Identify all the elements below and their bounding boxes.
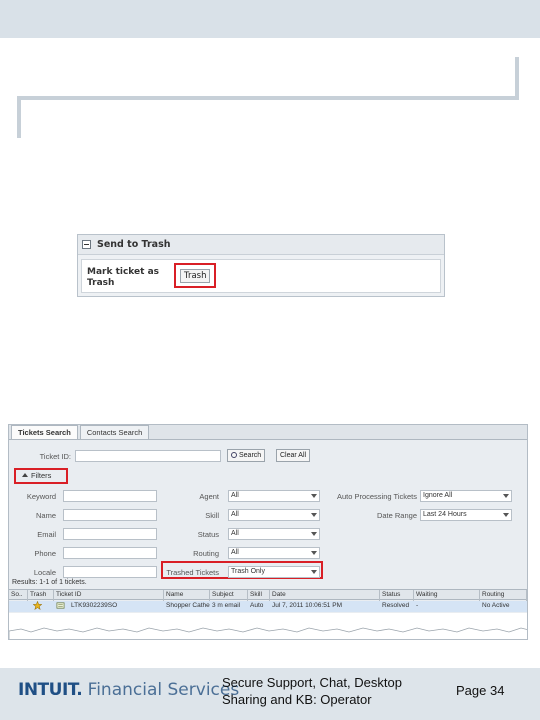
trashed-tickets-select[interactable]: Trash Only (228, 566, 320, 578)
auto-processing-value: Ignore All (423, 492, 453, 499)
name-label: Name (35, 511, 56, 520)
status-cell: Resolved (382, 602, 410, 609)
column-header[interactable]: Status (380, 590, 414, 601)
chevron-down-icon (311, 532, 317, 536)
table-row[interactable]: LTK9302239SO Shopper Catherine 3 m email… (9, 601, 527, 612)
agent-select[interactable]: All (228, 490, 320, 502)
date-range-label: Date Range (376, 511, 417, 520)
locale-label: Locale (33, 568, 56, 577)
chevron-down-icon (503, 494, 509, 498)
date-range-value: Last 24 Hours (423, 511, 467, 518)
filters-label: Filters (31, 471, 52, 480)
column-header[interactable]: Routing (480, 590, 527, 601)
auto-processing-select[interactable]: Ignore All (420, 490, 512, 502)
decorative-line (515, 57, 519, 100)
skill-select[interactable]: All (228, 509, 320, 521)
ticket-id-input[interactable] (75, 450, 221, 462)
star-icon (31, 601, 45, 612)
routing-select[interactable]: All (228, 547, 320, 559)
send-to-trash-panel: Send to Trash Mark ticket as Trash Trash (77, 234, 445, 297)
ticket-id-cell[interactable]: LTK9302239SO (69, 601, 164, 612)
skill-cell: Auto (250, 602, 264, 609)
status-select[interactable]: All (228, 528, 320, 540)
auto-processing-label: Auto Processing Tickets (336, 492, 417, 501)
clear-all-button[interactable]: Clear All (276, 449, 311, 462)
keyword-label: Keyword (26, 492, 56, 501)
status-value: All (231, 530, 239, 537)
mark-trash-label: Mark ticket as Trash (87, 267, 160, 288)
locale-input[interactable] (63, 566, 157, 578)
trash-panel-header[interactable]: Send to Trash (78, 235, 444, 255)
header-band (0, 0, 540, 38)
tab-contacts-search[interactable]: Contacts Search (79, 425, 150, 439)
chevron-down-icon (311, 513, 317, 517)
date-range-select[interactable]: Last 24 Hours (420, 509, 512, 521)
column-header[interactable]: Name (164, 590, 210, 601)
routing-value: All (231, 549, 239, 556)
agent-label: Agent (199, 492, 219, 501)
results-table-header: So.. Trash Ticket ID Name Subject Skill … (9, 589, 527, 601)
ticket-icon (54, 601, 68, 612)
tickets-search-panel: Tickets Search Contacts Search Ticket ID… (8, 424, 528, 640)
logo-tagline: Financial Services (87, 680, 240, 700)
chevron-down-icon (311, 551, 317, 555)
name-cell: Shopper Catherine (166, 602, 210, 609)
torn-edge (9, 625, 527, 639)
trash-panel-body: Mark ticket as Trash Trash (81, 259, 441, 293)
chevron-down-icon (311, 494, 317, 498)
highlight-box: Trash (174, 263, 216, 288)
date-cell: Jul 7, 2011 10:06:51 PM (272, 602, 342, 609)
logo-brand: INTUIT. (18, 680, 83, 700)
routing-label: Routing (193, 549, 219, 558)
column-header[interactable]: So.. (9, 590, 28, 601)
column-header[interactable]: Ticket ID (54, 590, 164, 601)
name-input[interactable] (63, 509, 157, 521)
search-tabs: Tickets Search Contacts Search (9, 425, 527, 440)
status-label: Status (197, 530, 219, 539)
agent-value: All (231, 492, 239, 499)
tab-tickets-search[interactable]: Tickets Search (11, 425, 78, 439)
phone-label: Phone (34, 549, 56, 558)
trashed-tickets-label: Trashed Tickets (166, 568, 219, 577)
collapse-icon[interactable] (82, 240, 91, 249)
ticket-id-label: Ticket ID: (39, 452, 71, 461)
search-button-label: Search (239, 452, 262, 459)
skill-value: All (231, 511, 239, 518)
trash-panel-title: Send to Trash (97, 239, 171, 250)
chevron-down-icon (311, 570, 317, 574)
intuit-logo: INTUIT. Financial Services (18, 680, 239, 700)
page-number: Page 34 (456, 683, 505, 698)
phone-input[interactable] (63, 547, 157, 559)
email-label: Email (37, 530, 56, 539)
decorative-line (17, 96, 519, 100)
decorative-line (17, 96, 21, 138)
skill-label: Skill (205, 511, 219, 520)
footer-title: Secure Support, Chat, Desktop Sharing an… (222, 675, 402, 707)
column-header[interactable]: Subject (210, 590, 248, 601)
search-button[interactable]: Search (227, 449, 266, 462)
trash-button[interactable]: Trash (180, 269, 211, 283)
chevron-down-icon (503, 513, 509, 517)
results-summary: Results: 1-1 of 1 tickets. (12, 579, 87, 586)
expand-icon (22, 473, 28, 477)
keyword-input[interactable] (63, 490, 157, 502)
column-header[interactable]: Date (270, 590, 380, 601)
waiting-cell: - (416, 602, 419, 609)
column-header[interactable]: Trash (28, 590, 54, 601)
email-input[interactable] (63, 528, 157, 540)
routing-cell: No Active (482, 602, 510, 609)
subject-cell: 3 m email (212, 602, 241, 609)
trashed-tickets-value: Trash Only (231, 568, 265, 575)
column-header[interactable]: Skill (248, 590, 270, 601)
column-header[interactable]: Waiting (414, 590, 480, 601)
filters-toggle[interactable]: Filters (22, 471, 51, 480)
search-icon (231, 452, 237, 458)
